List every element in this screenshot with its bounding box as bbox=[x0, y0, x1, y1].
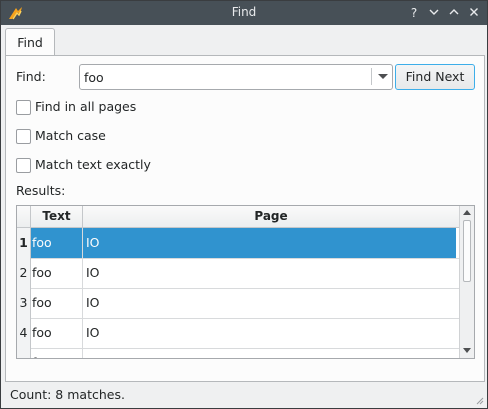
row-number[interactable]: 5 bbox=[17, 348, 31, 358]
combo-separator bbox=[371, 68, 372, 85]
find-window: Find ? Find Find: Find Next Find in all … bbox=[0, 0, 488, 409]
find-combobox[interactable] bbox=[79, 64, 393, 90]
close-icon bbox=[470, 8, 478, 16]
results-table: Text Page 1 foo IO 2 foo IO 3 foo IO 4 f… bbox=[16, 205, 475, 359]
table-row[interactable]: 3 foo IO bbox=[17, 288, 459, 319]
cell-page[interactable]: IO bbox=[83, 228, 456, 258]
row-number[interactable]: 2 bbox=[17, 258, 31, 288]
tab-find[interactable]: Find bbox=[5, 28, 55, 57]
find-in-all-pages-label[interactable]: Find in all pages bbox=[35, 99, 136, 114]
cell-page[interactable]: IO bbox=[83, 258, 456, 288]
cell-text[interactable]: foo bbox=[31, 228, 83, 258]
table-row[interactable]: 4 foo IO bbox=[17, 318, 459, 349]
cell-text[interactable]: foo bbox=[31, 348, 83, 358]
chevron-up-icon bbox=[449, 9, 459, 15]
maximize-button[interactable] bbox=[445, 4, 463, 22]
find-panel: Find: Find Next Find in all pages Match … bbox=[5, 55, 485, 382]
scroll-down-arrow-icon[interactable] bbox=[463, 348, 471, 353]
table-row[interactable]: 2 foo IO bbox=[17, 258, 459, 289]
scrollbar-thumb[interactable] bbox=[463, 220, 471, 282]
help-button[interactable]: ? bbox=[405, 4, 423, 22]
cell-text[interactable]: foo bbox=[31, 318, 83, 348]
close-button[interactable] bbox=[465, 4, 483, 22]
column-header-text[interactable]: Text bbox=[31, 206, 83, 227]
match-text-exactly-label[interactable]: Match text exactly bbox=[35, 157, 151, 172]
cell-page[interactable]: IO bbox=[83, 318, 456, 348]
find-input[interactable] bbox=[82, 67, 366, 87]
match-case-label[interactable]: Match case bbox=[35, 128, 106, 143]
table-row[interactable]: 1 foo IO bbox=[17, 228, 459, 259]
cell-text[interactable]: foo bbox=[31, 288, 83, 318]
dialog-body: Find Find: Find Next Find in all pages M… bbox=[1, 25, 487, 408]
row-number[interactable]: 3 bbox=[17, 288, 31, 318]
dropdown-arrow-icon[interactable] bbox=[378, 74, 388, 79]
cell-page[interactable]: IO bbox=[83, 348, 456, 358]
match-case-checkbox[interactable] bbox=[16, 129, 31, 144]
table-row[interactable]: 5 foo IO bbox=[17, 348, 459, 358]
title-bar[interactable]: Find ? bbox=[1, 1, 487, 25]
row-number[interactable]: 1 bbox=[17, 228, 31, 258]
status-text: Count: 8 matches. bbox=[10, 387, 125, 402]
minimize-button[interactable] bbox=[425, 4, 443, 22]
find-next-button[interactable]: Find Next bbox=[395, 64, 475, 90]
column-header-page[interactable]: Page bbox=[83, 206, 459, 227]
chevron-down-icon bbox=[429, 9, 439, 15]
scroll-up-arrow-icon[interactable] bbox=[463, 210, 471, 215]
cell-text[interactable]: foo bbox=[31, 258, 83, 288]
match-text-exactly-checkbox[interactable] bbox=[16, 158, 31, 173]
results-label: Results: bbox=[16, 183, 66, 198]
row-number[interactable]: 4 bbox=[17, 318, 31, 348]
cell-page[interactable]: IO bbox=[83, 288, 456, 318]
resize-grip-icon[interactable] bbox=[474, 395, 484, 405]
find-label: Find: bbox=[16, 69, 46, 84]
header-corner bbox=[17, 206, 31, 227]
tab-bar: Find bbox=[1, 25, 487, 57]
vertical-scrollbar[interactable] bbox=[459, 206, 474, 358]
find-in-all-pages-checkbox[interactable] bbox=[16, 100, 31, 115]
table-header: Text Page bbox=[17, 206, 459, 228]
